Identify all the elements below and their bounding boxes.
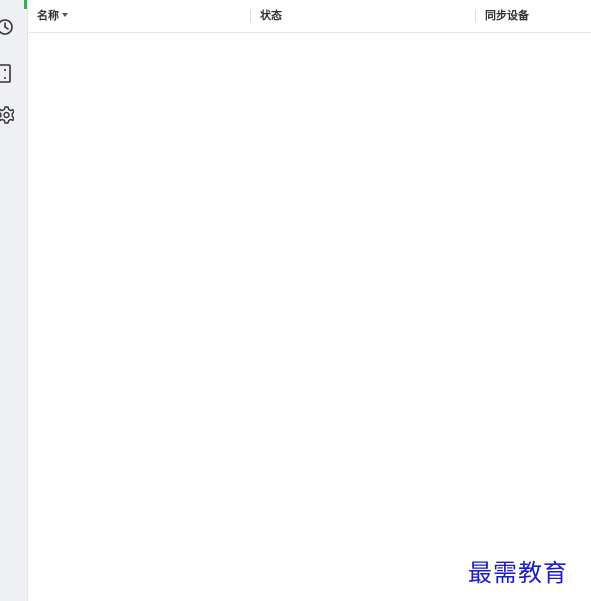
app-window: 名称 状态 同步设备 最需教育 — [0, 0, 591, 601]
column-divider[interactable] — [250, 10, 251, 22]
table-header: 名称 状态 同步设备 — [29, 0, 591, 33]
column-header-name[interactable]: 名称 — [37, 9, 68, 23]
sort-down-icon[interactable] — [62, 13, 68, 17]
column-header-status-label: 状态 — [260, 9, 282, 22]
sidebar-active-indicator — [24, 0, 27, 9]
column-header-sync-device-label: 同步设备 — [485, 9, 529, 22]
column-header-status[interactable]: 状态 — [260, 9, 282, 23]
sidebar — [0, 0, 28, 601]
device-icon[interactable] — [0, 64, 14, 83]
gear-icon[interactable] — [0, 105, 14, 124]
watermark-text: 最需教育 — [468, 559, 568, 587]
column-divider[interactable] — [475, 10, 476, 22]
column-header-sync-device[interactable]: 同步设备 — [485, 9, 529, 23]
clock-icon[interactable] — [0, 18, 14, 36]
column-header-name-label: 名称 — [37, 9, 59, 22]
